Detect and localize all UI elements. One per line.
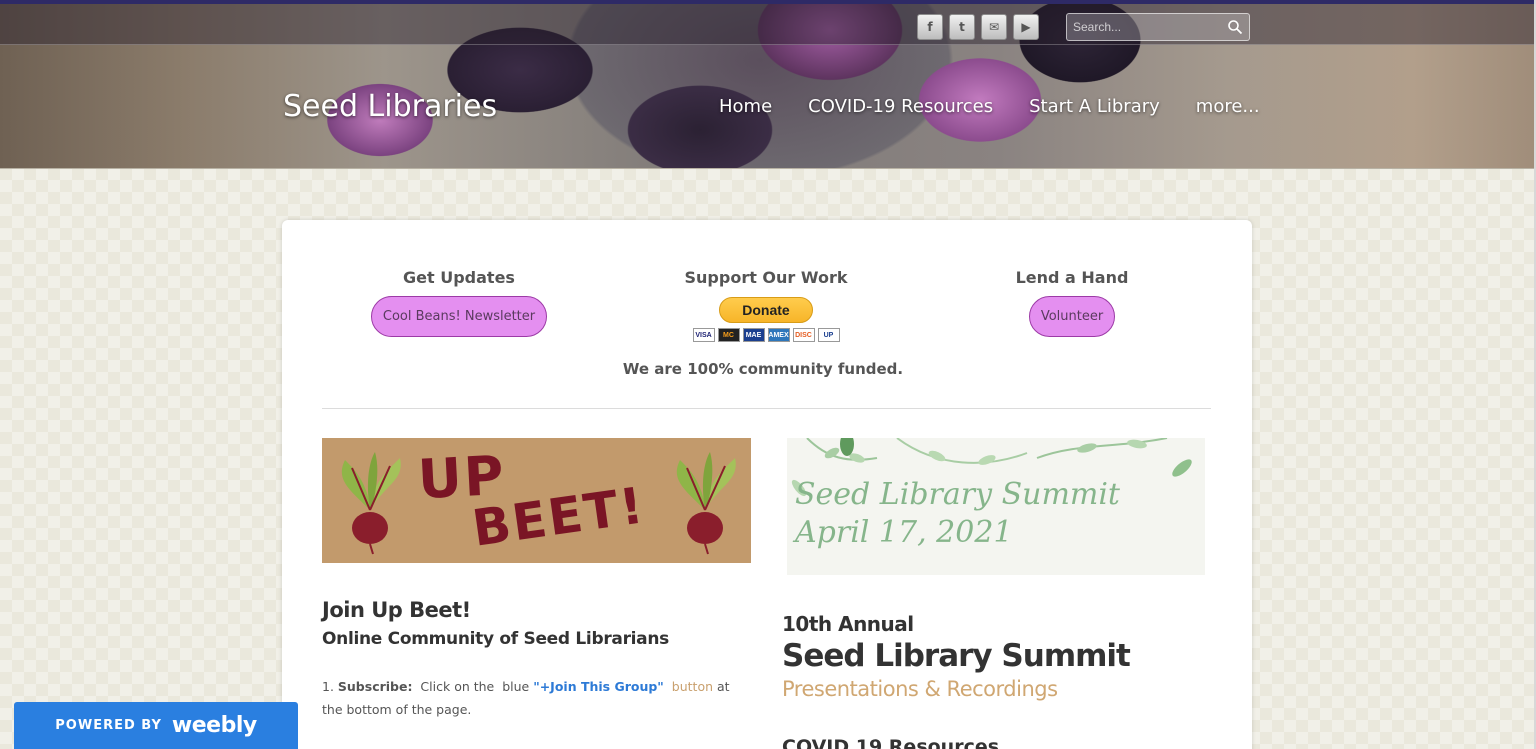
subscribe-text: 1. Subscribe: Click on the blue "+Join T… bbox=[322, 675, 742, 721]
content-card: Get Updates Cool Beans! Newsletter Suppo… bbox=[282, 220, 1252, 749]
subscribe-button-word: button bbox=[671, 679, 714, 694]
beet-icon bbox=[341, 452, 401, 555]
summit-banner-line2: April 17, 2021 bbox=[795, 515, 1013, 550]
powered-by-weebly-badge[interactable]: POWERED BY weebly bbox=[14, 702, 298, 749]
volunteer-button[interactable]: Volunteer bbox=[1028, 296, 1116, 337]
mastercard-icon: MC bbox=[717, 328, 740, 342]
updates-section: Get Updates Cool Beans! Newsletter bbox=[309, 268, 609, 337]
join-subtitle: Online Community of Seed Librarians bbox=[322, 629, 669, 649]
beet-icon-right bbox=[676, 452, 736, 555]
payment-cards: VISA MC MAE AMEX DISC UP bbox=[616, 328, 916, 342]
amex-icon: AMEX bbox=[767, 328, 790, 342]
annual-label: 10th Annual bbox=[782, 612, 914, 636]
presentations-link[interactable]: Presentations & Recordings bbox=[782, 677, 1058, 701]
maestro-icon: MAE bbox=[742, 328, 765, 342]
subscribe-prefix: 1. bbox=[322, 679, 338, 694]
nav-start-library[interactable]: Start A Library bbox=[1029, 96, 1160, 117]
site-title[interactable]: Seed Libraries bbox=[283, 89, 497, 124]
covid-heading: COVID 19 Resources bbox=[782, 736, 1000, 749]
subscribe-bold: Subscribe: bbox=[337, 679, 413, 694]
nav-home[interactable]: Home bbox=[719, 96, 772, 117]
support-section: Support Our Work Donate VISA MC MAE AMEX… bbox=[616, 268, 916, 342]
site-header: f t ✉ ▶ Seed Libraries Home COVID-19 Res… bbox=[0, 0, 1536, 169]
upbeet-banner[interactable]: UP BEET! bbox=[322, 438, 751, 563]
volunteer-title: Lend a Hand bbox=[1015, 268, 1129, 287]
donate-button[interactable]: Donate bbox=[719, 297, 813, 323]
main-nav: Home COVID-19 Resources Start A Library … bbox=[719, 96, 1260, 117]
top-bar: f t ✉ ▶ bbox=[0, 4, 1536, 45]
subscribe-text1: Click on the blue bbox=[412, 679, 534, 694]
powered-by-label: POWERED BY bbox=[55, 718, 162, 733]
weebly-logo: weebly bbox=[171, 713, 257, 738]
email-icon[interactable]: ✉ bbox=[981, 14, 1007, 40]
nav-covid-resources[interactable]: COVID-19 Resources bbox=[808, 96, 993, 117]
nav-more[interactable]: more... bbox=[1196, 96, 1260, 117]
updates-title: Get Updates bbox=[403, 268, 515, 287]
twitter-icon[interactable]: t bbox=[949, 14, 975, 40]
youtube-icon[interactable]: ▶ bbox=[1013, 14, 1039, 40]
visa-icon: VISA bbox=[692, 328, 715, 342]
volunteer-section: Lend a Hand Volunteer bbox=[922, 268, 1222, 337]
summit-title: Seed Library Summit bbox=[782, 638, 1131, 674]
summit-banner[interactable]: Seed Library Summit April 17, 2021 bbox=[787, 438, 1205, 575]
search-icon[interactable] bbox=[1227, 19, 1243, 35]
search-box bbox=[1066, 13, 1250, 41]
join-title: Join Up Beet! bbox=[322, 598, 471, 622]
funding-note: We are 100% community funded. bbox=[622, 360, 904, 378]
unionpay-icon: UP bbox=[817, 328, 840, 342]
facebook-icon[interactable]: f bbox=[917, 14, 943, 40]
divider bbox=[322, 408, 1211, 409]
summit-banner-text: Seed Library Summit April 17, 2021 bbox=[795, 476, 1120, 552]
newsletter-button[interactable]: Cool Beans! Newsletter bbox=[370, 296, 548, 337]
discover-icon: DISC bbox=[792, 328, 815, 342]
summit-banner-line1: Seed Library Summit bbox=[795, 477, 1120, 512]
social-icons: f t ✉ ▶ bbox=[917, 14, 1039, 40]
join-group-link[interactable]: "+Join This Group" bbox=[533, 679, 664, 694]
search-input[interactable] bbox=[1067, 15, 1217, 39]
support-title: Support Our Work bbox=[684, 268, 848, 287]
